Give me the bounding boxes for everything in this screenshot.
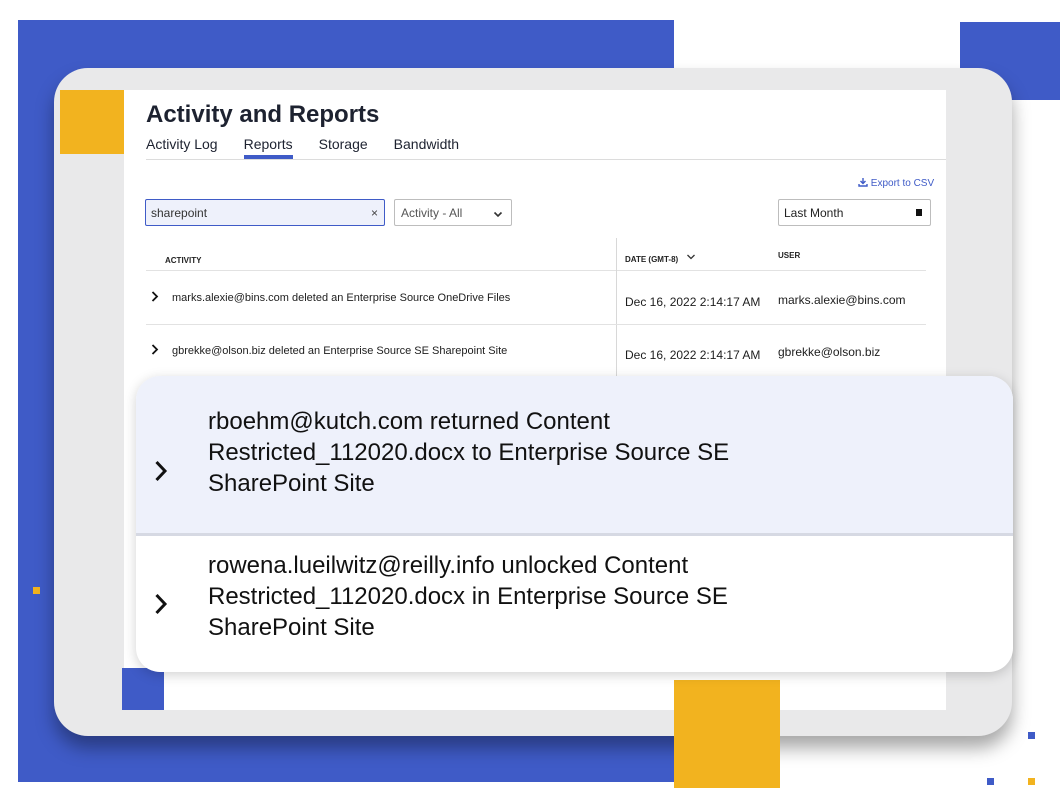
row-divider <box>146 324 926 325</box>
column-header-date[interactable]: DATE (GMT-8) <box>625 254 696 264</box>
download-icon <box>858 178 868 187</box>
highlight-divider <box>136 533 1013 536</box>
search-input[interactable]: sharepoint × <box>145 199 385 226</box>
expand-row-chevron-right-icon[interactable] <box>154 458 168 489</box>
decor-blue-square <box>122 668 164 710</box>
search-value: sharepoint <box>151 206 208 220</box>
column-header-date-label: DATE (GMT-8) <box>625 255 679 264</box>
activity-filter-select[interactable]: Activity - All <box>394 199 512 226</box>
column-divider <box>616 238 617 380</box>
export-csv-label: Export to CSV <box>870 178 935 189</box>
row-activity-text: marks.alexie@bins.com deleted an Enterpr… <box>172 292 511 304</box>
decor-dot <box>1028 732 1035 739</box>
decor-dot <box>1028 778 1035 785</box>
tab-bar: Activity Log Reports Storage Bandwidth <box>146 136 485 160</box>
highlight-card: rboehm@kutch.com returned Content Restri… <box>136 376 1013 672</box>
page-title: Activity and Reports <box>146 101 380 128</box>
date-range-select[interactable]: Last Month <box>778 199 931 226</box>
chevron-down-icon <box>493 211 503 218</box>
header-divider <box>146 270 926 271</box>
column-header-user: USER <box>778 251 801 260</box>
row-activity-text: gbrekke@olson.biz deleted an Enterprise … <box>172 345 508 357</box>
highlight-activity-text: rboehm@kutch.com returned Content Restri… <box>208 408 730 497</box>
decor-dot <box>987 778 994 785</box>
decor-gold-square <box>60 90 124 154</box>
expand-row-chevron-right-icon[interactable] <box>151 344 159 358</box>
sort-chevron-down-icon <box>687 254 696 260</box>
expand-row-chevron-right-icon[interactable] <box>154 591 168 622</box>
highlight-activity-text: rowena.lueilwitz@reilly.info unlocked Co… <box>208 552 728 641</box>
clear-search-icon[interactable]: × <box>371 206 378 220</box>
decor-gold-block <box>674 680 780 788</box>
tab-activity-log[interactable]: Activity Log <box>146 136 218 160</box>
decor-dot <box>33 587 40 594</box>
expand-row-chevron-right-icon[interactable] <box>151 291 159 305</box>
export-csv-link[interactable]: Export to CSV <box>858 178 934 189</box>
tab-storage[interactable]: Storage <box>319 136 368 160</box>
date-range-value: Last Month <box>784 206 844 220</box>
tabs-divider <box>146 159 946 160</box>
row-date-text: Dec 16, 2022 2:14:17 AM <box>625 348 761 362</box>
activity-filter-value: Activity - All <box>401 206 463 220</box>
tab-reports[interactable]: Reports <box>243 136 293 160</box>
row-user-text: marks.alexie@bins.com <box>778 293 906 307</box>
row-date-text: Dec 16, 2022 2:14:17 AM <box>625 295 761 309</box>
calendar-icon <box>916 209 922 216</box>
row-user-text: gbrekke@olson.biz <box>778 345 881 359</box>
column-header-activity: ACTIVITY <box>165 256 202 265</box>
tab-bandwidth[interactable]: Bandwidth <box>394 136 459 160</box>
